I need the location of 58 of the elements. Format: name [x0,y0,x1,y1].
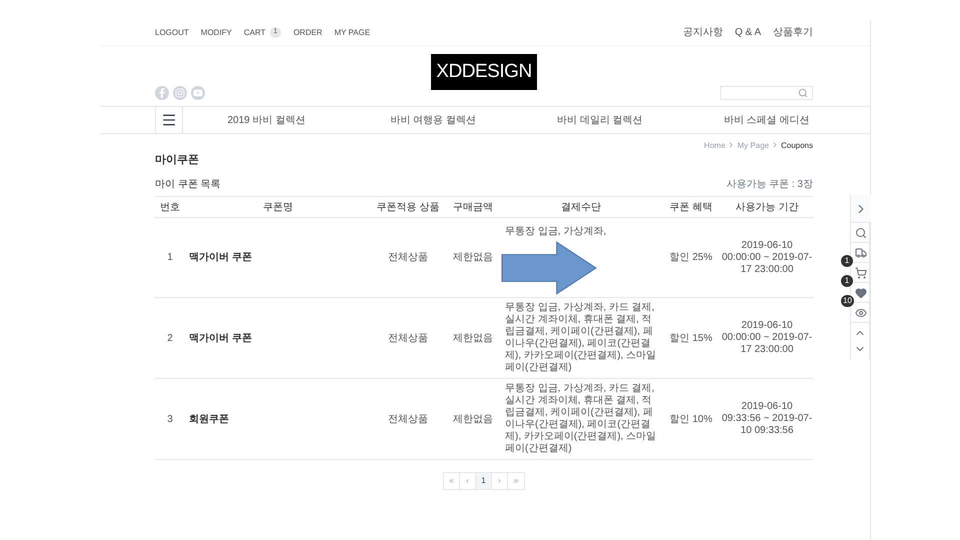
column-header: 쿠폰적용 상품 [376,200,440,214]
table-cell-text: 맥가이버 쿠폰 [188,251,253,265]
table-cell-text: 제한없음 [452,412,494,426]
top-link[interactable]: LOGOUT [155,26,189,38]
count-badge: 1 [841,275,853,287]
table-cell: 2019-06-10 00:00:00 ~ 2019-07-17 23:00:00 [721,240,813,276]
table-cell-text: 무통장 입금, 가상계좌, 카드 결제, 실시간 계좌이체, 휴대폰 결제, 적립금결제, 케이페이(간편결제), 페이나우(간편결제), 페이코(간편결제), 카카오페이(간편결제), 스마일페이(간편결제) [504,383,658,455]
nav-item[interactable]: 바비 스페셜 에디션 [683,112,850,128]
top-link[interactable]: 상품후기 [773,25,813,40]
column-header: 쿠폰명 [262,200,294,214]
table-cell-text: 할인 15% [668,332,714,346]
table-cell-text: 전체상품 [387,332,429,346]
table-cell-text: 3 [166,412,174,426]
page-button[interactable]: 1 [476,473,492,489]
table-cell-text: 제한없음 [452,332,494,346]
menu-icon [161,112,177,128]
list-title: 마이 쿠폰 목록 [155,178,221,192]
table-cell-text: 전체상품 [387,412,429,426]
cart-icon [855,266,867,278]
column-header: 결제수단 [560,200,602,214]
table-cell: 2019-06-10 09:33:56 ~ 2019-07-10 09:33:56 [721,401,813,437]
nav-item[interactable]: 2019 바비 컬렉션 [183,112,350,128]
nav-item[interactable]: 바비 여행용 컬렉션 [350,112,516,128]
column-header: 번호 [159,200,181,214]
collapse-button[interactable] [851,195,871,223]
truck-icon [855,246,867,258]
table-cell-text: 1 [166,251,174,265]
search-field[interactable] [720,86,813,100]
table-cell-text: 회원쿠폰 [188,412,230,426]
table-cell-text: 전체상품 [387,251,429,265]
table-cell-text: 제한없음 [452,251,494,265]
eye-icon [855,306,867,318]
nav-item[interactable]: 바비 데일리 컬렉션 [516,112,684,128]
available-count: 사용가능 쿠폰 : 3장 [726,178,813,192]
count-badge: 10 [841,295,854,307]
logo[interactable]: XDDESIGN [431,54,537,90]
top-link[interactable]: ORDER [293,26,322,38]
top-link[interactable]: MODIFY [200,26,232,38]
table-cell-text: 무통장 입금, 가상계좌, 카드 결제, 실시간 계좌이체, 휴대폰 결제, 적립금결제, 케이페이(간편결제), 페이나우(간편결제), 페이코(간편결제), 카카오페이(간편결제), 스마일페이(간편결제) [504,302,658,374]
top-link[interactable]: Q & A [734,25,761,40]
column-header: 구매금액 [452,200,494,214]
breadcrumb-link[interactable]: Coupons [780,140,813,152]
top-link[interactable]: 공지사항 [682,25,723,40]
table-cell: 2019-06-10 00:00:00 ~ 2019-07-17 23:00:00 [721,320,813,356]
search-icon [855,226,867,238]
column-header: 쿠폰 혜택 [668,200,714,214]
table-cell-text: 무통장 입금, 가상계좌, [504,226,608,238]
menu-button[interactable] [155,107,183,133]
count-badge: 1 [841,255,853,267]
table-cell-text: 맥가이버 쿠폰 [188,332,253,346]
column-header: 사용가능 기간 [734,200,800,214]
table-cell-text: 할인 10% [668,412,714,426]
top-link[interactable]: MY PAGE [334,26,370,38]
table-cell-text: 할인 25% [668,251,714,265]
heart-icon [855,286,867,298]
search-icon[interactable] [798,88,808,98]
page-title: 마이쿠폰 [155,153,199,168]
table-cell-text: 2 [166,332,174,346]
